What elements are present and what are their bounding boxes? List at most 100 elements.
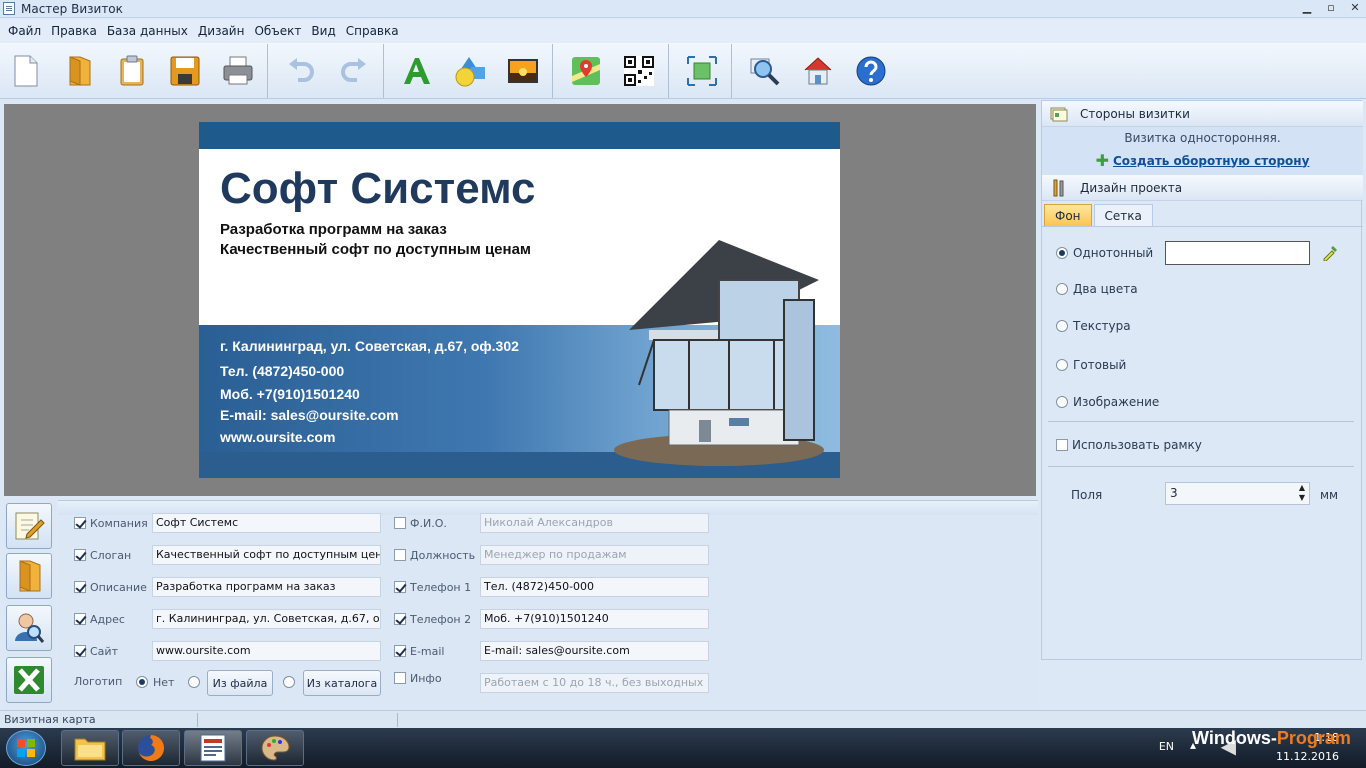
address-checkbox[interactable] bbox=[74, 613, 86, 625]
position-input[interactable]: Менеджер по продажам bbox=[480, 545, 709, 565]
logo-none-radio[interactable] bbox=[136, 676, 148, 688]
taskbar-card-master[interactable] bbox=[184, 730, 242, 766]
description-checkbox[interactable] bbox=[74, 581, 86, 593]
design-panel-header[interactable]: Дизайн проекта bbox=[1042, 175, 1363, 201]
clock-date[interactable]: 11.12.2016 bbox=[1276, 750, 1339, 763]
minimize-button[interactable]: ▁ bbox=[1302, 0, 1312, 16]
undo-button[interactable] bbox=[281, 51, 321, 91]
card-company-name[interactable]: Софт Системс bbox=[220, 164, 536, 214]
bg-option-image[interactable]: Изображение bbox=[1056, 395, 1159, 409]
name-input[interactable]: Николай Александров bbox=[480, 513, 709, 533]
solid-color-swatch[interactable] bbox=[1165, 241, 1310, 265]
start-button[interactable] bbox=[6, 730, 46, 766]
bg-option-texture[interactable]: Текстура bbox=[1056, 319, 1131, 333]
margins-spinner[interactable]: 3 ▲ ▼ bbox=[1165, 482, 1310, 505]
menu-file[interactable]: Файл bbox=[4, 24, 45, 38]
card-address[interactable]: г. Калининград, ул. Советская, д.67, оф.… bbox=[220, 338, 519, 354]
menu-help[interactable]: Справка bbox=[342, 24, 403, 38]
menu-design[interactable]: Дизайн bbox=[194, 24, 249, 38]
card-building-image[interactable] bbox=[599, 240, 840, 470]
card-email[interactable]: E-mail: sales@oursite.com bbox=[220, 407, 399, 423]
company-checkbox[interactable] bbox=[74, 517, 86, 529]
menu-database[interactable]: База данных bbox=[103, 24, 192, 38]
solid-radio[interactable] bbox=[1056, 247, 1068, 259]
add-shape-button[interactable] bbox=[450, 51, 490, 91]
print-button[interactable] bbox=[218, 51, 258, 91]
find-contact-button[interactable] bbox=[6, 605, 52, 651]
name-checkbox[interactable] bbox=[394, 517, 406, 529]
open-button[interactable] bbox=[59, 51, 99, 91]
bg-option-solid[interactable]: Однотонный bbox=[1056, 246, 1153, 260]
image-radio[interactable] bbox=[1056, 396, 1068, 408]
logo-none-option[interactable]: Нет bbox=[136, 672, 174, 692]
save-button[interactable] bbox=[165, 51, 205, 91]
zoom-button[interactable] bbox=[745, 51, 785, 91]
company-input[interactable]: Софт Системс bbox=[152, 513, 381, 533]
taskbar-firefox[interactable] bbox=[122, 730, 180, 766]
position-checkbox[interactable] bbox=[394, 549, 406, 561]
card-website[interactable]: www.oursite.com bbox=[220, 429, 335, 445]
two-colors-radio[interactable] bbox=[1056, 283, 1068, 295]
address-input[interactable]: г. Калининград, ул. Советская, д.67, оф.… bbox=[152, 609, 381, 629]
card-slogan-line[interactable]: Качественный софт по доступным ценам bbox=[220, 241, 531, 258]
email-checkbox[interactable] bbox=[394, 645, 406, 657]
edit-fields-button[interactable] bbox=[6, 503, 52, 549]
phone2-input[interactable]: Моб. +7(910)1501240 bbox=[480, 609, 709, 629]
add-map-button[interactable] bbox=[566, 51, 606, 91]
bg-option-two-colors[interactable]: Два цвета bbox=[1056, 282, 1138, 296]
ready-radio[interactable] bbox=[1056, 359, 1068, 371]
slogan-input[interactable]: Качественный софт по доступным ценам bbox=[152, 545, 381, 565]
redo-button[interactable] bbox=[334, 51, 374, 91]
texture-radio[interactable] bbox=[1056, 320, 1068, 332]
close-button[interactable]: ✕ bbox=[1350, 0, 1360, 16]
new-file-button[interactable] bbox=[6, 51, 46, 91]
sides-panel-header[interactable]: Стороны визитки bbox=[1042, 101, 1363, 127]
taskbar-paint[interactable] bbox=[246, 730, 304, 766]
email-input[interactable]: E-mail: sales@oursite.com bbox=[480, 641, 709, 661]
taskbar-explorer[interactable] bbox=[61, 730, 119, 766]
slogan-checkbox[interactable] bbox=[74, 549, 86, 561]
use-frame-checkbox[interactable] bbox=[1056, 439, 1068, 451]
phone1-checkbox[interactable] bbox=[394, 581, 406, 593]
open-database-button[interactable] bbox=[6, 553, 52, 599]
site-checkbox[interactable] bbox=[74, 645, 86, 657]
site-input[interactable]: www.oursite.com bbox=[152, 641, 381, 661]
card-mobile[interactable]: Моб. +7(910)1501240 bbox=[220, 386, 360, 402]
phone2-checkbox[interactable] bbox=[394, 613, 406, 625]
logo-catalog-radio[interactable] bbox=[283, 676, 295, 688]
field-row-description: Описание bbox=[74, 577, 147, 597]
menu-object[interactable]: Объект bbox=[250, 24, 305, 38]
margins-unit: мм bbox=[1320, 488, 1339, 502]
logo-from-file-button[interactable]: Из файла bbox=[207, 670, 273, 696]
fit-screen-button[interactable] bbox=[682, 51, 722, 91]
eyedropper-icon[interactable] bbox=[1322, 243, 1340, 261]
maximize-button[interactable]: ▫ bbox=[1326, 0, 1336, 16]
bg-option-ready[interactable]: Готовый bbox=[1056, 358, 1126, 372]
business-card[interactable]: Софт Системс Разработка программ на зака… bbox=[199, 122, 840, 478]
home-button[interactable] bbox=[798, 51, 838, 91]
card-phone[interactable]: Тел. (4872)450-000 bbox=[220, 363, 344, 379]
menu-view[interactable]: Вид bbox=[307, 24, 339, 38]
spinner-arrows-icon[interactable]: ▲ ▼ bbox=[1299, 483, 1305, 503]
description-input[interactable]: Разработка программ на заказ bbox=[152, 577, 381, 597]
excel-import-button[interactable] bbox=[6, 657, 52, 703]
info-checkbox[interactable] bbox=[394, 672, 406, 684]
use-frame-option[interactable]: Использовать рамку bbox=[1056, 438, 1202, 452]
add-qr-button[interactable] bbox=[619, 51, 659, 91]
phone1-input[interactable]: Тел. (4872)450-000 bbox=[480, 577, 709, 597]
logo-file-radio[interactable] bbox=[188, 676, 200, 688]
logo-from-catalog-button[interactable]: Из каталога bbox=[303, 670, 381, 696]
tab-grid[interactable]: Сетка bbox=[1093, 204, 1153, 226]
firefox-icon bbox=[138, 735, 164, 761]
add-image-button[interactable] bbox=[503, 51, 543, 91]
info-input[interactable]: Работаем с 10 до 18 ч., без выходных bbox=[480, 673, 709, 693]
card-slogan-line[interactable]: Разработка программ на заказ bbox=[220, 221, 447, 238]
create-back-side-link[interactable]: Создать оборотную сторону bbox=[1113, 154, 1309, 168]
language-indicator[interactable]: EN bbox=[1159, 740, 1174, 753]
add-text-button[interactable] bbox=[397, 51, 437, 91]
logo-label: Логотип bbox=[74, 675, 123, 688]
tab-background[interactable]: Фон bbox=[1044, 204, 1092, 226]
menu-edit[interactable]: Правка bbox=[47, 24, 101, 38]
paste-button[interactable] bbox=[112, 51, 152, 91]
help-button[interactable] bbox=[851, 51, 891, 91]
